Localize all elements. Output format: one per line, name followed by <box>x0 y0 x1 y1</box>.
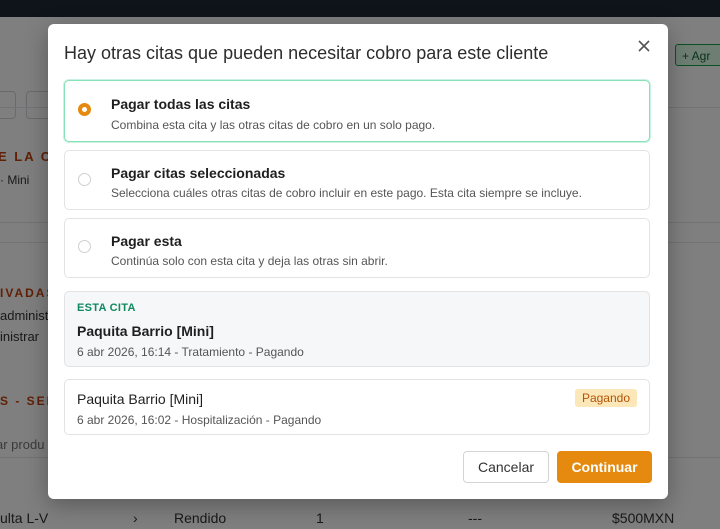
option-title: Pagar citas seleccionadas <box>111 165 286 181</box>
option-title: Pagar esta <box>111 233 182 249</box>
radio-icon[interactable] <box>78 240 91 253</box>
current-appointment-card: ESTA CITA Paquita Barrio [Mini] 6 abr 20… <box>64 291 650 367</box>
modal-title: Hay otras citas que pueden necesitar cob… <box>64 43 549 63</box>
radio-icon[interactable] <box>78 173 91 186</box>
cancel-button[interactable]: Cancelar <box>463 451 549 483</box>
appointment-name: Paquita Barrio [Mini] <box>77 391 204 407</box>
radio-icon[interactable] <box>78 103 91 116</box>
option-pay-all[interactable]: Pagar todas las citas Combina esta cita … <box>64 80 650 142</box>
option-description: Continúa solo con esta cita y deja las o… <box>111 254 388 268</box>
appointment-name: Paquita Barrio [Mini] <box>77 323 214 339</box>
status-badge: Pagando <box>574 389 637 407</box>
option-pay-selected[interactable]: Pagar citas seleccionadas Selecciona cuá… <box>64 150 650 210</box>
option-description: Selecciona cuáles otras citas de cobro i… <box>111 186 582 200</box>
other-appointment-card: Paquita Barrio [Mini] 6 abr 2026, 16:02 … <box>64 379 650 435</box>
option-description: Combina esta cita y las otras citas de c… <box>111 118 436 132</box>
close-icon[interactable] <box>636 38 652 54</box>
current-appointment-tag: ESTA CITA <box>77 302 136 314</box>
continue-button[interactable]: Continuar <box>557 451 652 483</box>
option-title: Pagar todas las citas <box>111 96 251 112</box>
payment-modal: Hay otras citas que pueden necesitar cob… <box>48 24 668 499</box>
option-pay-this[interactable]: Pagar esta Continúa solo con esta cita y… <box>64 218 650 278</box>
appointment-meta: 6 abr 2026, 16:14 - Tratamiento - Pagand… <box>77 345 304 359</box>
appointment-meta: 6 abr 2026, 16:02 - Hospitalización - Pa… <box>77 413 322 427</box>
